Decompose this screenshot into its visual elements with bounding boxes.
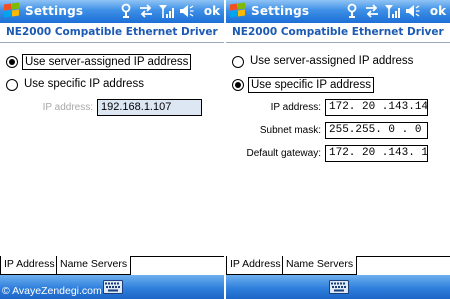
windows-logo-icon[interactable] <box>3 2 21 20</box>
ip-address-label: IP address: <box>270 102 321 113</box>
data-transfer-icon[interactable] <box>364 3 380 19</box>
driver-name: NE2000 Compatible Ethernet Driver <box>6 26 218 38</box>
data-transfer-icon[interactable] <box>138 3 154 19</box>
driver-name: NE2000 Compatible Ethernet Driver <box>232 26 444 38</box>
subnet-mask-label: Subnet mask: <box>259 125 321 136</box>
volume-icon[interactable] <box>178 3 194 19</box>
subnet-mask-input[interactable]: 255.255. 0 . 0 <box>325 122 428 139</box>
keyboard-icon[interactable] <box>329 280 349 294</box>
tab-strip: IP Address Name Servers <box>226 256 450 275</box>
ok-button[interactable]: ok <box>428 3 448 20</box>
window-title: Settings <box>25 4 84 18</box>
tab-name-servers[interactable]: Name Servers <box>282 256 358 275</box>
page-header: NE2000 Compatible Ethernet Driver <box>0 23 224 43</box>
ip-address-input[interactable]: 192.168.1.107 <box>97 99 202 116</box>
tab-ip-address[interactable]: IP Address <box>0 256 59 275</box>
radio-specific-ip[interactable] <box>232 79 244 91</box>
signal-strength-icon[interactable] <box>384 3 400 19</box>
option-label[interactable]: Use specific IP address <box>248 77 374 93</box>
option-label[interactable]: Use specific IP address <box>22 78 146 90</box>
tab-strip: IP Address Name Servers <box>0 256 224 275</box>
left-screen: Settings ok NE2000 Compatible Ethernet D… <box>0 0 224 299</box>
watermark: © AvayeZendegi.com <box>2 285 102 297</box>
title-bar: Settings ok <box>0 0 224 23</box>
volume-icon[interactable] <box>404 3 420 19</box>
connectivity-icon[interactable] <box>118 3 134 19</box>
window-title: Settings <box>251 4 310 18</box>
signal-strength-icon[interactable] <box>158 3 174 19</box>
ok-button[interactable]: ok <box>202 3 222 20</box>
option-label[interactable]: Use server-assigned IP address <box>22 54 192 70</box>
tab-ip-address[interactable]: IP Address <box>226 256 285 275</box>
keyboard-icon[interactable] <box>103 280 123 294</box>
option-label[interactable]: Use server-assigned IP address <box>248 55 415 67</box>
page-header: NE2000 Compatible Ethernet Driver <box>226 23 450 43</box>
radio-server-assigned[interactable] <box>232 56 244 68</box>
ip-address-label: IP address: <box>42 102 93 113</box>
radio-server-assigned[interactable] <box>6 56 18 68</box>
radio-specific-ip[interactable] <box>6 79 18 91</box>
tab-name-servers[interactable]: Name Servers <box>56 256 132 275</box>
right-screen: Settings ok NE2000 Compatible Ethernet D… <box>226 0 450 299</box>
windows-logo-icon[interactable] <box>229 2 247 20</box>
connectivity-icon[interactable] <box>344 3 360 19</box>
title-bar: Settings ok <box>226 0 450 23</box>
soft-key-bar <box>226 275 450 299</box>
ip-address-input[interactable]: 172. 20 .143.144 <box>325 99 428 116</box>
default-gateway-label: Default gateway: <box>246 148 322 159</box>
default-gateway-input[interactable]: 172. 20 .143. 1 <box>325 145 428 162</box>
